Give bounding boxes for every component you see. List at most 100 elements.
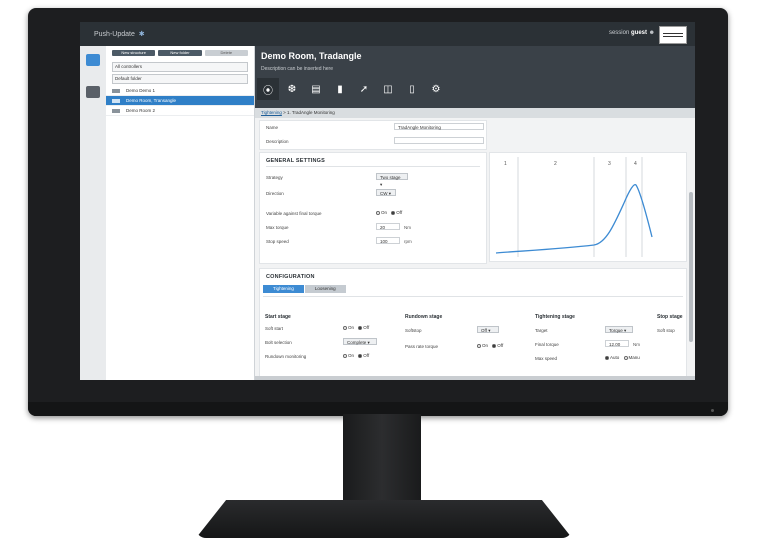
max-torque-input[interactable]: 20 [376, 223, 400, 230]
soft-start-radio-group[interactable]: On Off [343, 325, 369, 330]
delete-button[interactable]: Delete [204, 50, 248, 56]
gear-icon[interactable]: ⚙ [425, 78, 447, 100]
max-speed-label: Max speed [535, 356, 558, 361]
program-toolbar: ⦿ ❆ ▤ ▮ ➚ ◫ ▯ ⚙ [255, 78, 447, 102]
max-torque-label: Max torque [266, 225, 289, 230]
radio-auto[interactable] [605, 355, 609, 360]
description-input[interactable] [394, 137, 484, 144]
variable-label: Variable against final torque [266, 211, 322, 216]
tree-item-selected[interactable]: Demo Room, Transangle [106, 96, 254, 106]
radio-off[interactable] [358, 325, 363, 330]
user-menu[interactable]: session guest ☻ [609, 30, 655, 36]
settings-cog-icon[interactable]: ❆ [281, 78, 303, 100]
name-input[interactable]: TradAngle Monitoring [394, 123, 484, 130]
radio-on[interactable] [477, 343, 481, 348]
breadcrumb-link[interactable]: Tightening [261, 110, 282, 115]
general-settings-title: GENERAL SETTINGS [266, 158, 326, 164]
target-label: Target [535, 328, 548, 333]
tab-tightening[interactable]: Tightening [263, 285, 304, 293]
program-icon [112, 88, 120, 93]
variable-radio-group[interactable]: On Off [376, 210, 402, 215]
bolt-selection-dropdown[interactable]: Complete ▾ [343, 338, 377, 345]
program-title: Demo Room, Tradangle [261, 51, 362, 61]
icon-rail [80, 46, 107, 380]
program-description: Description can be inserted here [261, 66, 333, 72]
company-logo [659, 26, 687, 44]
radio-on[interactable] [343, 325, 347, 330]
top-bar: Push-Update ✱ session guest ☻ [80, 22, 695, 46]
tree-item[interactable]: Demo Demo 1 [106, 86, 254, 96]
tree-actions: New structure New folder Delete [106, 46, 254, 60]
device-icon[interactable]: ▮ [329, 78, 351, 100]
configuration-title: CONFIGURATION [266, 274, 315, 280]
programs-icon[interactable] [86, 54, 100, 66]
stage-label: 1 [504, 161, 507, 167]
program-tree: New structure New folder Delete All cont… [106, 46, 255, 380]
chevron-down-icon: ▾ [367, 340, 370, 345]
chevron-down-icon: ▾ [488, 328, 491, 333]
rundown-monitoring-label: Rundown monitoring [265, 354, 307, 359]
direction-dropdown[interactable]: CW ▾ [376, 189, 396, 196]
softstop-dropdown[interactable]: Off ▾ [477, 326, 499, 333]
stage-label: 3 [608, 161, 611, 167]
user-icon: ☻ [648, 30, 655, 36]
chevron-down-icon: ▾ [624, 328, 627, 333]
program-editor: Demo Room, Tradangle Description can be … [255, 46, 695, 380]
stop-speed-unit: rpm [404, 239, 412, 244]
monitor-stand-neck [343, 414, 421, 506]
tab-loosening[interactable]: Loosening [304, 285, 346, 293]
radio-on[interactable] [376, 210, 380, 215]
divider [266, 166, 480, 167]
stop-speed-input[interactable]: 100 [376, 237, 400, 244]
tightening-curve-graph: 1 2 3 4 [495, 157, 653, 257]
radio-off[interactable] [391, 210, 396, 215]
pass-rate-torque-label: Pass rate torque [405, 344, 439, 349]
description-label: Description [266, 139, 289, 144]
pass-rate-radio-group[interactable]: On Off [477, 343, 503, 348]
final-torque-unit: Nm [633, 342, 640, 347]
horizontal-scrollbar[interactable] [255, 376, 695, 380]
program-header: Demo Room, Tradangle Description can be … [255, 46, 695, 108]
radio-on[interactable] [343, 353, 347, 358]
rundown-stage-title: Rundown stage [405, 314, 443, 320]
editor-content: Name TradAngle Monitoring Description GE… [255, 118, 695, 380]
tree-item[interactable]: Demo Room 2 [106, 106, 254, 116]
name-label: Name [266, 125, 279, 130]
radio-manu[interactable] [623, 355, 628, 360]
config-tabs: Tightening Loosening [263, 285, 347, 293]
general-settings-card: GENERAL SETTINGS Strategy Two stage ▾ Di… [259, 152, 487, 264]
strategy-dropdown[interactable]: Two stage ▾ [376, 173, 408, 187]
controller-filter[interactable]: All controllers [112, 62, 248, 72]
stop-stage-title: Stop stage [657, 314, 683, 320]
tightening-curve [495, 183, 653, 254]
final-torque-label: Final torque [535, 342, 559, 347]
stage-label: 2 [554, 161, 557, 167]
final-torque-input[interactable]: 12.00 [605, 340, 629, 347]
power-indicator-icon [711, 409, 714, 412]
new-folder-button[interactable]: New folder [158, 50, 202, 56]
folder-select[interactable]: Default folder [112, 74, 248, 84]
monitor-stand-base [196, 500, 572, 538]
rundown-monitoring-radio-group[interactable]: On Off [343, 353, 369, 358]
controller-icon[interactable]: ▤ [305, 78, 327, 100]
radio-off[interactable] [358, 353, 363, 358]
strategy-label: Strategy [266, 175, 283, 180]
tool-icon[interactable]: ▯ [401, 78, 423, 100]
direction-label: Direction [266, 191, 284, 196]
tightening-stage-title: Tightening stage [535, 314, 575, 320]
library-icon[interactable] [86, 86, 100, 98]
brand-mark-icon: ✱ [136, 31, 145, 38]
target-dropdown[interactable]: Torque ▾ [605, 326, 633, 333]
new-structure-button[interactable]: New structure [112, 50, 156, 56]
tightening-icon[interactable]: ⦿ [257, 78, 279, 100]
speed-mode-radio-group[interactable]: Auto Manu [605, 355, 640, 360]
radio-off[interactable] [492, 343, 497, 348]
vertical-scrollbar[interactable] [689, 192, 693, 342]
chevron-down-icon: ▾ [388, 191, 392, 196]
batch-icon[interactable]: ◫ [377, 78, 399, 100]
wrench-icon[interactable]: ➚ [353, 78, 375, 100]
soft-start-label: Soft start [265, 326, 284, 331]
program-icon [112, 108, 120, 113]
identity-card: Name TradAngle Monitoring Description [259, 120, 487, 150]
start-stage-title: Start stage [265, 314, 291, 320]
